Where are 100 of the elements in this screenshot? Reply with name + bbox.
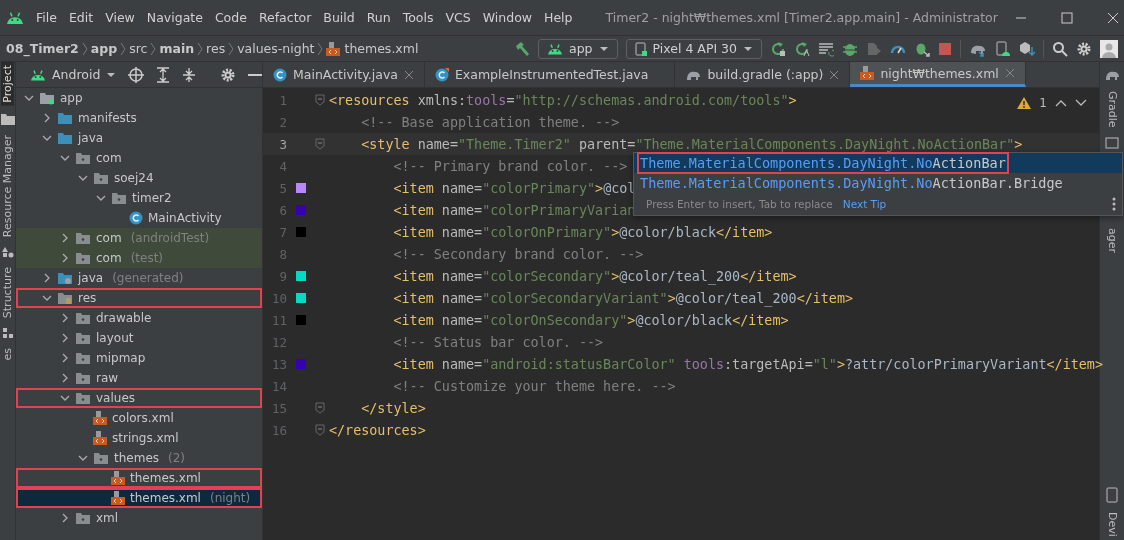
- phone-icon[interactable]: [1106, 487, 1118, 504]
- tree-item[interactable]: layout: [16, 328, 262, 348]
- tree-item[interactable]: MainActivity: [16, 208, 262, 228]
- editor-tab[interactable]: ExampleInstrumentedTest.java: [424, 62, 676, 87]
- tool-window-tab[interactable]: Structure: [1, 263, 14, 321]
- color-swatch[interactable]: [296, 293, 306, 303]
- package-folder-icon: [75, 311, 91, 325]
- tree-item[interactable]: java (generated): [16, 268, 262, 288]
- device-icon[interactable]: [1105, 136, 1119, 151]
- tree-item[interactable]: com: [16, 148, 262, 168]
- tree-item[interactable]: drawable: [16, 308, 262, 328]
- collapse-chevron-icon[interactable]: [24, 93, 34, 103]
- collapse-chevron-icon[interactable]: [78, 453, 88, 463]
- collapse-chevron-icon[interactable]: [60, 393, 70, 403]
- breadcrumb[interactable]: themes.xml: [344, 41, 419, 56]
- avatar-icon[interactable]: [1100, 39, 1118, 58]
- color-swatch[interactable]: [296, 359, 306, 369]
- tree-item[interactable]: app: [16, 88, 262, 108]
- menu-item[interactable]: Run: [360, 10, 397, 25]
- tool-window-tab[interactable]: Gradle: [1105, 88, 1119, 131]
- color-swatch[interactable]: [296, 205, 306, 215]
- tree-item[interactable]: java: [16, 128, 262, 148]
- color-swatch[interactable]: [296, 227, 306, 237]
- menu-item[interactable]: Build: [317, 10, 361, 25]
- menu-item[interactable]: Help: [538, 10, 579, 25]
- locate-icon[interactable]: [128, 66, 145, 83]
- menu-item[interactable]: Window: [476, 10, 538, 25]
- device-dropdown[interactable]: Pixel 4 API 30: [625, 38, 762, 59]
- settings-icon[interactable]: [1076, 40, 1092, 57]
- breadcrumb[interactable]: src: [129, 41, 148, 56]
- tree-item[interactable]: colors.xml: [16, 408, 262, 428]
- menu-item[interactable]: Navigate: [140, 10, 209, 25]
- stop-icon[interactable]: [938, 41, 952, 56]
- breadcrumb[interactable]: app: [90, 41, 118, 56]
- next-icon[interactable]: [1075, 99, 1087, 107]
- tree-item[interactable]: strings.xml: [16, 428, 262, 448]
- color-swatch[interactable]: [296, 183, 306, 193]
- tree-item[interactable]: xml: [16, 508, 262, 528]
- rerun-icon[interactable]: [770, 40, 786, 57]
- run-config-dropdown[interactable]: app: [538, 38, 618, 59]
- structure-icon[interactable]: [1, 327, 14, 339]
- tree-item[interactable]: themes.xml (night): [16, 488, 262, 508]
- menu-item[interactable]: File: [30, 10, 63, 25]
- tree-item[interactable]: mipmap: [16, 348, 262, 368]
- tool-window-tab[interactable]: es: [1, 345, 14, 364]
- tree-item[interactable]: com (test): [16, 248, 262, 268]
- project-view-dropdown[interactable]: Android: [30, 67, 117, 82]
- shapes-icon[interactable]: [1, 245, 14, 258]
- breadcrumb[interactable]: 08_Timer2: [6, 41, 79, 56]
- maximize-icon[interactable]: [1060, 11, 1073, 24]
- menu-item[interactable]: Edit: [62, 10, 100, 25]
- editor-tab[interactable]: MainActivity.java: [263, 62, 425, 87]
- breadcrumb[interactable]: res: [206, 41, 226, 56]
- tree-item[interactable]: raw: [16, 368, 262, 388]
- editor-tab[interactable]: night₩themes.xml: [850, 62, 1026, 87]
- tree-item[interactable]: com (androidTest): [16, 228, 262, 248]
- sdk-manager-icon[interactable]: [1019, 40, 1035, 57]
- tool-window-tab[interactable]: Project: [1, 62, 14, 106]
- tree-item[interactable]: res: [16, 288, 262, 308]
- expand-chevron-icon[interactable]: [42, 113, 52, 123]
- next-tip-link[interactable]: Next Tip: [842, 198, 887, 210]
- tool-window-tab[interactable]: ager: [1105, 224, 1119, 256]
- close-icon[interactable]: [403, 69, 414, 80]
- warning-count[interactable]: 1: [1039, 96, 1047, 110]
- tree-item[interactable]: values: [16, 388, 262, 408]
- more-icon[interactable]: [1112, 197, 1116, 211]
- search-icon[interactable]: [1052, 40, 1068, 57]
- menu-item[interactable]: VCS: [439, 10, 477, 25]
- collapse-all-icon[interactable]: [182, 66, 197, 83]
- collapse-chevron-icon[interactable]: [42, 293, 52, 303]
- tree-item[interactable]: soej24: [16, 168, 262, 188]
- close-icon[interactable]: [1106, 11, 1119, 24]
- menu-item[interactable]: View: [99, 10, 141, 25]
- previous-icon[interactable]: [1055, 99, 1067, 107]
- breadcrumb[interactable]: values-night: [237, 41, 315, 56]
- expand-all-icon[interactable]: [156, 66, 171, 83]
- tool-window-tab[interactable]: Devi: [1105, 509, 1119, 540]
- tree-item[interactable]: manifests: [16, 108, 262, 128]
- color-swatch[interactable]: [296, 315, 306, 325]
- device-manager-icon[interactable]: [995, 40, 1011, 57]
- expand-chevron-icon[interactable]: [60, 513, 70, 523]
- menu-item[interactable]: Refactor: [252, 10, 318, 25]
- apply-changes-icon[interactable]: [794, 40, 810, 57]
- caret-icon: [598, 45, 609, 52]
- tree-item[interactable]: themes.xml: [16, 468, 262, 488]
- warning-icon[interactable]: [1017, 97, 1032, 109]
- logcat-icon[interactable]: [818, 40, 834, 57]
- tool-window-tab[interactable]: Resource Manager: [1, 131, 14, 240]
- breadcrumb[interactable]: main: [159, 41, 195, 56]
- tree-item[interactable]: themes (2): [16, 448, 262, 468]
- minimize-icon[interactable]: [248, 72, 263, 77]
- color-swatch[interactable]: [296, 271, 306, 281]
- tree-item[interactable]: timer2: [16, 188, 262, 208]
- hammer-icon[interactable]: [514, 40, 530, 57]
- menu-item[interactable]: Tools: [396, 10, 440, 25]
- settings-icon[interactable]: [220, 66, 237, 83]
- completion-item[interactable]: Theme.MaterialComponents.DayNight.NoActionBar.Bridge: [634, 173, 1122, 193]
- close-icon[interactable]: [829, 69, 840, 80]
- completion-item[interactable]: Theme.MaterialComponents.DayNight.NoActionBar: [634, 153, 1122, 173]
- menu-item[interactable]: Code: [208, 10, 253, 25]
